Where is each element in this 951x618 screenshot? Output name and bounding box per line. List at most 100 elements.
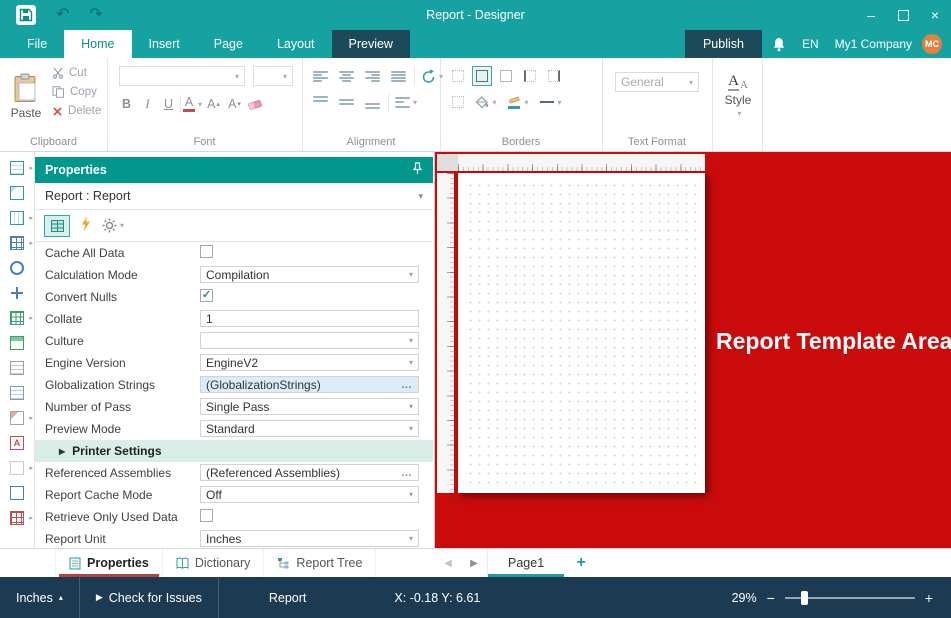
language-selector[interactable]: EN	[796, 37, 825, 51]
minimize-button[interactable]: –	[855, 0, 887, 30]
number-of-pass-dropdown[interactable]: Single Pass▾	[200, 398, 419, 415]
border-style-button[interactable]: ▾	[536, 92, 566, 112]
text-format-group: General ▾ Text Format	[602, 58, 713, 151]
borders-none-button[interactable]	[448, 66, 468, 86]
avatar[interactable]: MC	[922, 34, 942, 54]
underline-button[interactable]: U	[159, 94, 178, 114]
text-in-cells-item[interactable]: ▸	[0, 205, 34, 230]
report-cache-mode-dropdown[interactable]: Off▾	[200, 486, 419, 503]
close-button[interactable]: ×	[919, 0, 951, 30]
borders-all-button[interactable]	[472, 66, 492, 86]
shape-item[interactable]	[0, 255, 34, 280]
border-color-button[interactable]: ▾	[504, 92, 532, 112]
tab-file[interactable]: File	[10, 30, 64, 58]
zoom-slider[interactable]	[785, 597, 915, 599]
culture-dropdown[interactable]: ▾	[200, 332, 419, 349]
ellipsis-icon[interactable]: …	[401, 380, 413, 390]
align-right-button[interactable]	[362, 66, 382, 86]
page-tab-page1[interactable]: Page1	[488, 549, 564, 577]
publish-button[interactable]: Publish	[685, 30, 762, 58]
borders-inside-button[interactable]	[448, 92, 468, 112]
maximize-button[interactable]	[887, 0, 919, 30]
bold-button[interactable]: B	[117, 94, 136, 114]
math-formula-item[interactable]	[0, 280, 34, 305]
table-item[interactable]: ▸	[0, 230, 34, 255]
text-component-item[interactable]: ▸	[0, 155, 34, 180]
next-page-button[interactable]: ▶	[461, 558, 487, 569]
zoom-out-button[interactable]: −	[767, 590, 775, 606]
align-center-button[interactable]	[336, 66, 356, 86]
clear-format-button[interactable]	[246, 94, 265, 114]
align-justify-button[interactable]	[388, 66, 408, 86]
zoom-in-button[interactable]: +	[925, 590, 933, 606]
tab-layout[interactable]: Layout	[260, 30, 332, 58]
collate-input[interactable]: 1	[200, 310, 419, 327]
italic-button[interactable]: I	[138, 94, 157, 114]
borders-outside-button[interactable]	[496, 66, 516, 86]
ellipsis-icon[interactable]: …	[401, 468, 413, 478]
borders-left-button[interactable]	[520, 66, 540, 86]
tab-home[interactable]: Home	[64, 30, 131, 58]
barcode-item[interactable]	[0, 380, 34, 405]
check-for-issues-button[interactable]: ▶ Check for Issues	[80, 577, 218, 618]
font-color-button[interactable]: A ▾	[183, 94, 202, 114]
cut-button[interactable]: Cut	[52, 67, 101, 79]
notifications-button[interactable]	[762, 37, 796, 52]
rich-text-item[interactable]	[0, 180, 34, 205]
retrieve-only-used-data-checkbox[interactable]: ✓	[200, 509, 213, 522]
container-item[interactable]	[0, 480, 34, 505]
events-view-button[interactable]	[81, 216, 91, 236]
align-middle-button[interactable]	[336, 92, 356, 112]
dock-tab-report-tree[interactable]: Report Tree	[264, 549, 376, 577]
cache-all-data-checkbox[interactable]: ✓	[200, 245, 213, 258]
printer-settings-section[interactable]: ▶ Printer Settings	[35, 440, 433, 462]
style-button[interactable]: AA Style ▾	[717, 63, 759, 129]
property-label: Engine Version	[45, 352, 126, 374]
tab-insert[interactable]: Insert	[132, 30, 197, 58]
panel-item[interactable]: ▸	[0, 455, 34, 480]
image-item[interactable]: ▸	[0, 405, 34, 430]
settings-button[interactable]: ▾	[102, 218, 124, 233]
report-page-canvas[interactable]	[458, 173, 705, 493]
delete-button[interactable]: Delete	[52, 105, 101, 117]
tab-preview[interactable]: Preview	[332, 30, 410, 58]
properties-view-button[interactable]	[44, 215, 70, 237]
align-top-button[interactable]	[310, 92, 330, 112]
referenced-assemblies-editor[interactable]: (Referenced Assemblies)…	[200, 464, 419, 481]
shrink-font-button[interactable]: A▾	[225, 94, 244, 114]
engine-version-dropdown[interactable]: EngineV2▾	[200, 354, 419, 371]
units-selector[interactable]: Inches ▴	[0, 577, 79, 618]
preview-mode-dropdown[interactable]: Standard▾	[200, 420, 419, 437]
report-unit-dropdown[interactable]: Inches▾	[200, 530, 419, 547]
calculation-mode-dropdown[interactable]: Compilation▾	[200, 266, 419, 283]
dock-tab-properties[interactable]: Properties	[55, 549, 163, 577]
border-outside-icon	[500, 70, 512, 82]
dock-tab-dictionary[interactable]: Dictionary	[163, 549, 265, 577]
globalization-strings-editor[interactable]: (GlobalizationStrings)…	[200, 376, 419, 393]
object-selector-dropdown[interactable]: Report : Report ▾	[35, 183, 433, 210]
convert-nulls-checkbox[interactable]: ✓	[200, 289, 213, 302]
zoom-slider-thumb[interactable]	[801, 591, 808, 605]
pin-button[interactable]	[412, 162, 423, 178]
paste-button[interactable]: Paste	[6, 63, 46, 129]
add-page-button[interactable]: +	[564, 554, 598, 572]
account-menu[interactable]: My1 Company	[825, 37, 922, 51]
chart-item[interactable]: ▸	[0, 305, 34, 330]
design-surface[interactable]: Report Template Area	[435, 152, 951, 548]
word-wrap-button[interactable]: ▾	[395, 92, 417, 112]
grow-font-button[interactable]: A▴	[204, 94, 223, 114]
subreport-item[interactable]	[0, 355, 34, 380]
big-text-item[interactable]: A	[0, 430, 34, 455]
tab-page[interactable]: Page	[197, 30, 260, 58]
borders-right-button[interactable]	[544, 66, 564, 86]
copy-button[interactable]: Copy	[52, 86, 101, 98]
prev-page-button[interactable]: ◀	[435, 558, 461, 569]
font-size-combobox[interactable]: ▾	[253, 66, 293, 86]
align-left-button[interactable]	[310, 66, 330, 86]
crosstab-item[interactable]: ▸	[0, 505, 34, 530]
font-family-combobox[interactable]: ▾	[119, 66, 245, 86]
gauge-item[interactable]	[0, 330, 34, 355]
align-bottom-button[interactable]	[362, 92, 382, 112]
text-format-combobox[interactable]: General ▾	[615, 72, 699, 92]
fill-color-button[interactable]: ▾	[472, 92, 500, 112]
